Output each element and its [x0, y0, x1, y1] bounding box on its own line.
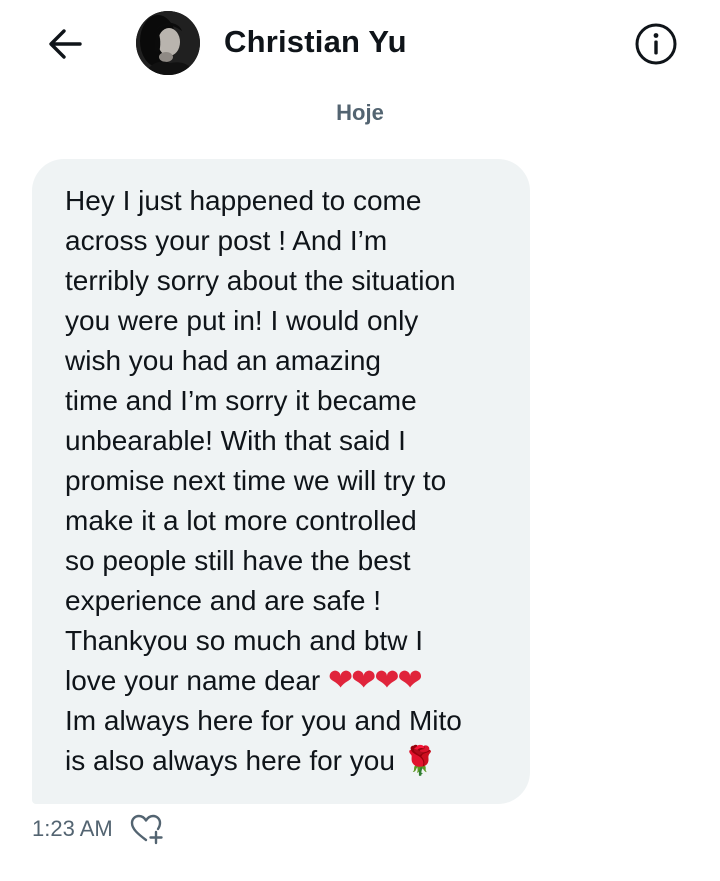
message-line: Hey I just happened to come: [65, 185, 422, 216]
rose-emoji: 🌹: [402, 745, 438, 776]
message-line: experience and are safe !: [65, 585, 381, 616]
message-line: time and I’m sorry it became: [65, 385, 417, 416]
message-line: make it a lot more controlled: [65, 505, 417, 536]
message-text: love your name dear: [65, 665, 321, 696]
message-text: is also always here for you: [65, 745, 395, 776]
info-circle-icon: [635, 23, 677, 65]
message-line: unbearable! With that said I: [65, 425, 406, 456]
message-line: across your post ! And I’m: [65, 225, 388, 256]
profile-photo: [136, 11, 200, 75]
message-line: you were put in! I would only: [65, 305, 419, 336]
message-timestamp: 1:23 AM: [32, 816, 113, 841]
avatar[interactable]: [136, 11, 200, 75]
message-line-with-hearts: love your name dear ❤❤❤❤: [65, 661, 506, 701]
message-line: terribly sorry about the situation: [65, 265, 456, 296]
message-line: Im always here for you and Mito: [65, 705, 462, 736]
message-line: so people still have the best: [65, 545, 411, 576]
message-line: wish you had an amazing: [65, 345, 381, 376]
heart-plus-icon: [130, 814, 163, 845]
back-button[interactable]: [44, 24, 86, 64]
heart-emoji-group: ❤❤❤❤: [328, 664, 423, 697]
message-meta: 1:23 AM: [32, 812, 165, 846]
message-line: promise next time we will try to: [65, 465, 447, 496]
message-line-with-rose: is also always here for you 🌹: [65, 741, 506, 781]
message-line: Thankyou so much and btw I: [65, 625, 423, 656]
info-button[interactable]: [633, 21, 679, 67]
contact-name[interactable]: Christian Yu: [224, 24, 407, 60]
message-bubble[interactable]: Hey I just happened to come across your …: [32, 159, 530, 804]
arrow-left-icon: [49, 29, 82, 59]
date-separator: Hoje: [336, 100, 384, 125]
conversation-header: Christian Yu: [0, 0, 720, 90]
react-button[interactable]: [129, 812, 165, 846]
